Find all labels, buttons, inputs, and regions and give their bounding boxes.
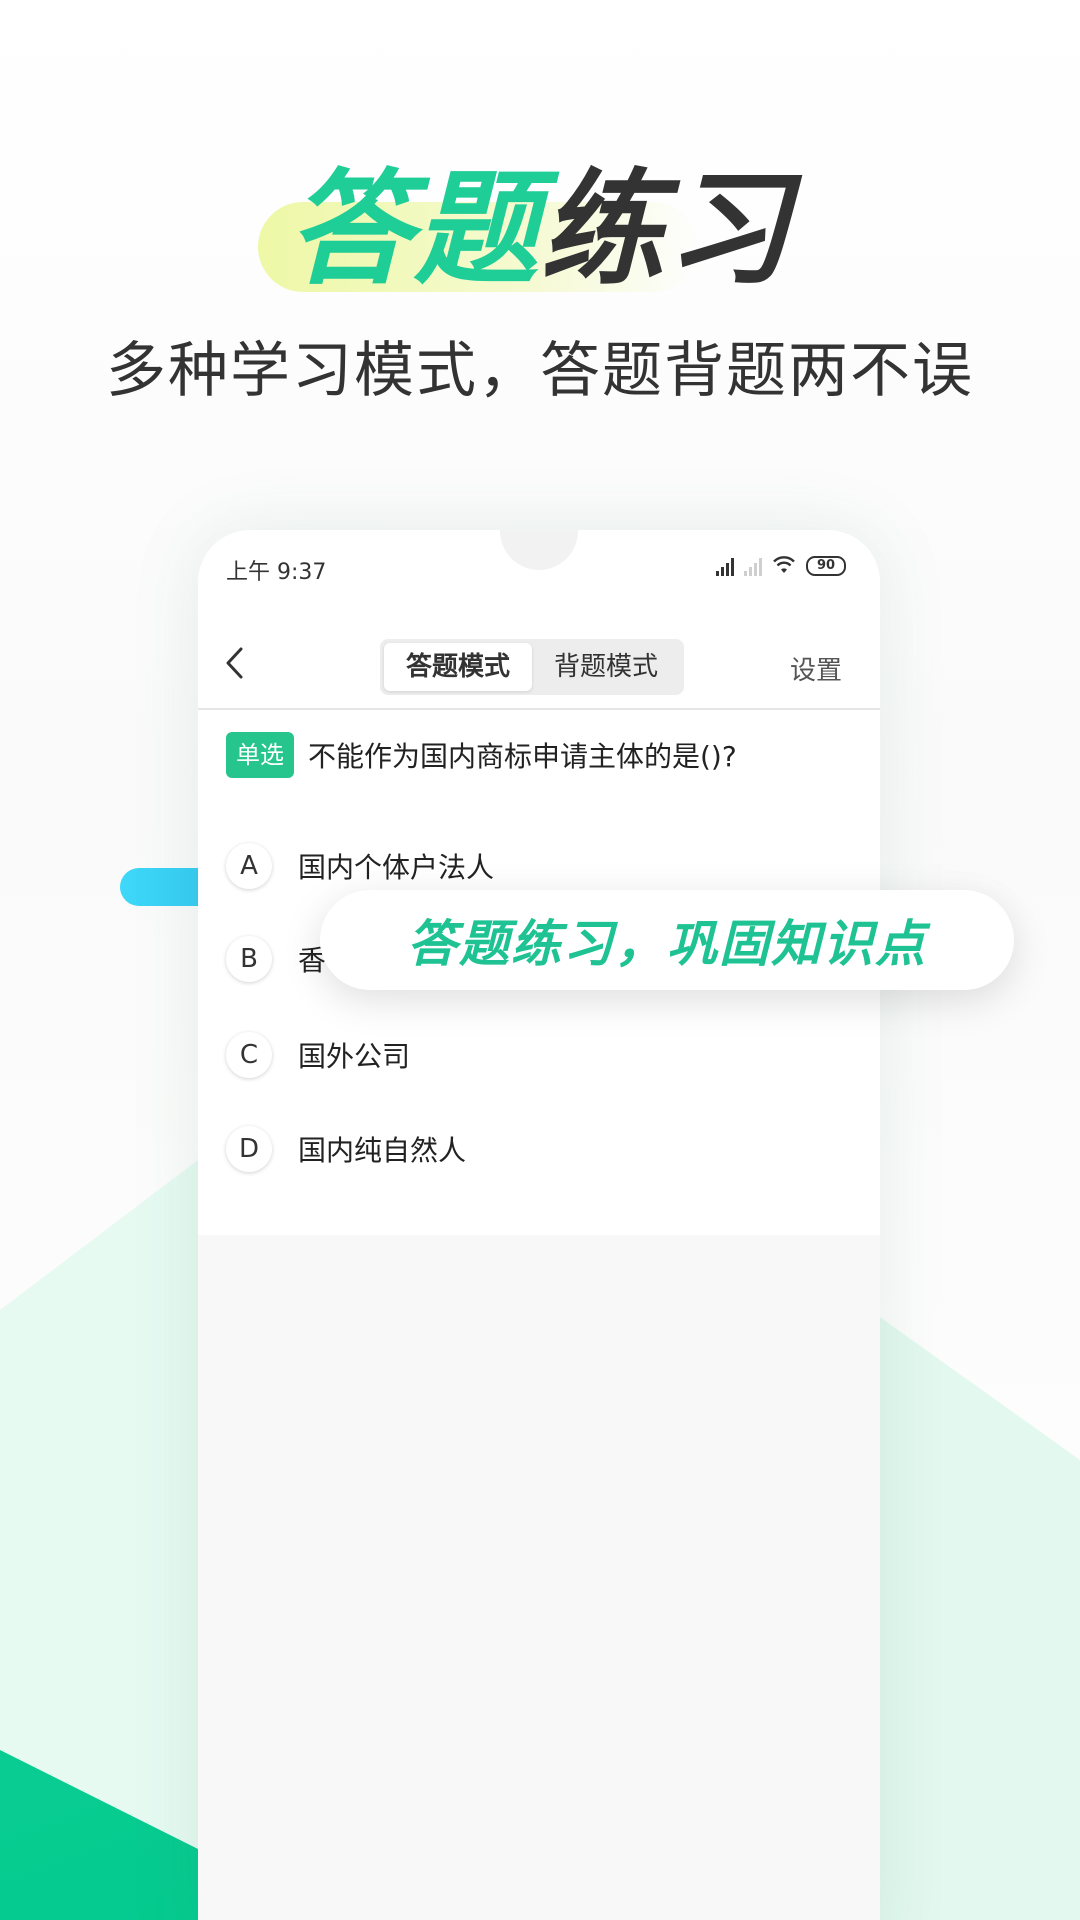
headline-area: 答题练习 bbox=[0, 160, 1080, 300]
subtitle: 多种学习模式，答题背题两不误 bbox=[106, 336, 974, 406]
option-d[interactable]: D 国内纯自然人 bbox=[226, 1126, 466, 1172]
signal-secondary-icon bbox=[744, 558, 762, 576]
tab-answer-mode[interactable]: 答题模式 bbox=[384, 643, 532, 691]
empty-content-area bbox=[198, 1235, 880, 1920]
option-text: 国内纯自然人 bbox=[298, 1134, 467, 1167]
status-icons: 90 bbox=[716, 556, 846, 576]
option-text: 国外公司 bbox=[298, 1040, 411, 1073]
back-icon[interactable] bbox=[224, 646, 246, 689]
wifi-icon bbox=[772, 556, 796, 576]
option-b[interactable]: B 香 bbox=[226, 936, 326, 982]
option-letter: A bbox=[226, 843, 272, 889]
option-letter: D bbox=[226, 1126, 272, 1172]
option-letter: C bbox=[226, 1032, 272, 1078]
question-text: 不能作为国内商标申请主体的是()? bbox=[308, 740, 737, 773]
signal-icon bbox=[716, 558, 734, 576]
headline-dark-part: 练习 bbox=[540, 158, 793, 302]
headline-green-part: 答题 bbox=[287, 158, 540, 302]
option-letter: B bbox=[226, 936, 272, 982]
banner-text: 答题练习，巩固知识点 bbox=[407, 915, 927, 973]
nav-bar: 答题模式 背题模式 设置 bbox=[198, 622, 880, 710]
option-a[interactable]: A 国内个体户法人 bbox=[226, 843, 494, 889]
mode-switch: 答题模式 背题模式 bbox=[380, 639, 684, 695]
settings-button[interactable]: 设置 bbox=[790, 650, 842, 687]
option-c[interactable]: C 国外公司 bbox=[226, 1032, 410, 1078]
phone-mockup: 上午 9:37 90 答题模式 背题模式 设置 单选 不能作为国内商标申请主体的… bbox=[198, 530, 880, 1920]
feature-banner: 答题练习，巩固知识点 bbox=[320, 890, 1014, 990]
option-text: 国内个体户法人 bbox=[298, 851, 495, 884]
question: 单选 不能作为国内商标申请主体的是()? bbox=[226, 732, 737, 778]
tab-memorize-mode[interactable]: 背题模式 bbox=[532, 643, 680, 691]
headline: 答题练习 bbox=[0, 160, 1080, 300]
status-time: 上午 9:37 bbox=[226, 560, 327, 585]
question-type-badge: 单选 bbox=[226, 732, 294, 778]
phone-notch bbox=[500, 530, 578, 570]
battery-icon: 90 bbox=[806, 556, 846, 576]
